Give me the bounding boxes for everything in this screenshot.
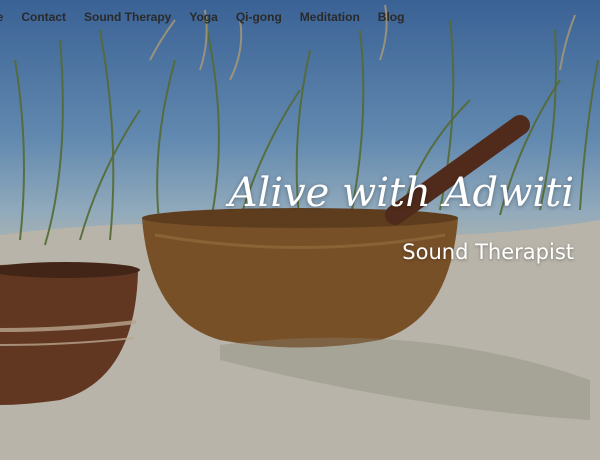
nav-item-blog[interactable]: Blog (378, 10, 405, 24)
site-title: Alive with Adwiti (228, 170, 574, 216)
nav-item-contact[interactable]: Contact (21, 10, 66, 24)
nav-item-sound-therapy[interactable]: Sound Therapy (84, 10, 171, 24)
nav-item-home[interactable]: me (0, 10, 3, 24)
nav-item-meditation[interactable]: Meditation (300, 10, 360, 24)
nav-item-yoga[interactable]: Yoga (189, 10, 217, 24)
main-nav: me Contact Sound Therapy Yoga Qi-gong Me… (0, 10, 404, 24)
hero-banner (0, 0, 600, 460)
site-subtitle: Sound Therapist (402, 240, 574, 264)
nav-item-qi-gong[interactable]: Qi-gong (236, 10, 282, 24)
hero-overlay (0, 0, 600, 460)
